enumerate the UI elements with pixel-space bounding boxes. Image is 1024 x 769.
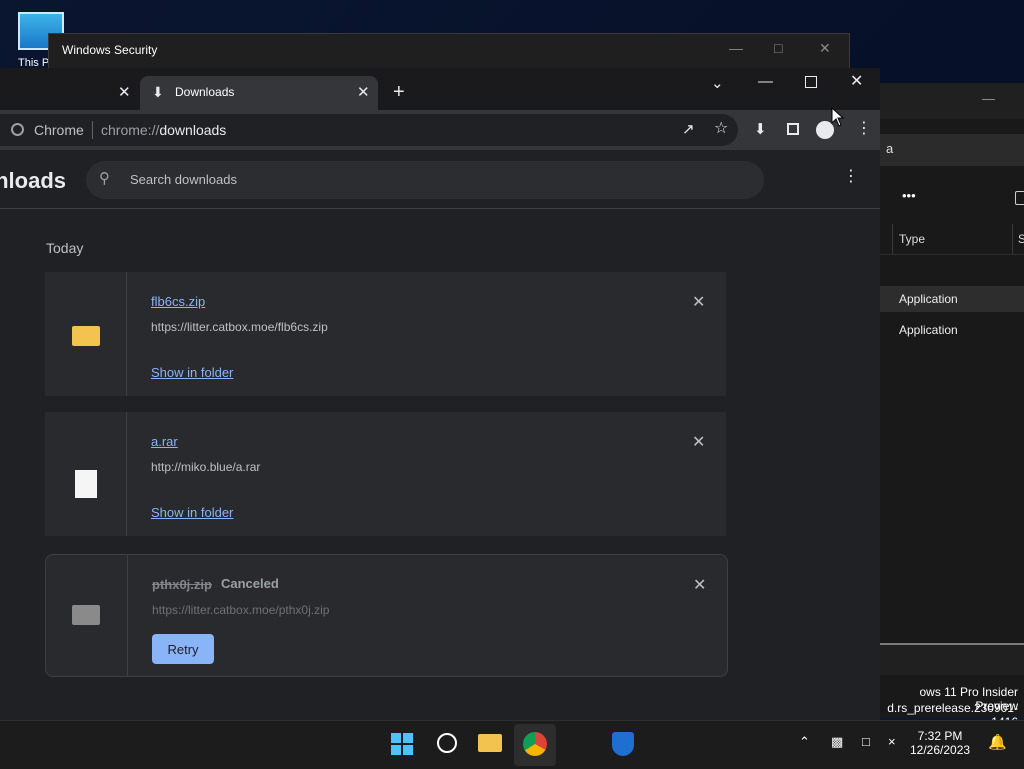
url-scheme: chrome:// bbox=[101, 122, 160, 138]
tab-inactive[interactable]: ✕ bbox=[0, 76, 138, 110]
file-type: Application bbox=[899, 292, 958, 306]
chrome-menu-icon[interactable]: ⋮ bbox=[856, 121, 872, 137]
explorer-address-bar[interactable]: a bbox=[880, 134, 1024, 166]
column-divider bbox=[1012, 224, 1013, 254]
display-icon[interactable]: □ bbox=[862, 735, 870, 748]
minimize-icon[interactable]: — bbox=[729, 40, 743, 56]
search-input[interactable]: Search downloads bbox=[130, 172, 237, 187]
maximize-icon[interactable]: □ bbox=[774, 40, 782, 56]
explorer-titlebar: — bbox=[880, 83, 1024, 119]
close-icon[interactable]: ✕ bbox=[819, 40, 831, 57]
remove-item-icon[interactable]: ✕ bbox=[693, 575, 706, 595]
clock-time: 7:32 PM bbox=[917, 729, 963, 743]
windows-security-icon[interactable] bbox=[612, 732, 634, 756]
show-in-folder-link[interactable]: Show in folder bbox=[151, 365, 233, 380]
explorer-statusbar bbox=[880, 643, 1024, 675]
card-divider bbox=[126, 412, 127, 536]
omnibox[interactable]: Chrome chrome://downloads ↗ ☆ bbox=[0, 114, 738, 146]
downloads-menu-icon[interactable]: ⋮ bbox=[843, 169, 859, 185]
minimize-icon[interactable]: — bbox=[982, 91, 995, 106]
card-divider bbox=[126, 272, 127, 396]
start-icon[interactable] bbox=[391, 733, 413, 755]
share-icon[interactable]: ↗ bbox=[682, 122, 695, 137]
network-icon[interactable]: ▩ bbox=[831, 735, 843, 748]
file-url: http://miko.blue/a.rar bbox=[151, 460, 261, 474]
column-divider bbox=[892, 224, 893, 254]
maximize-icon[interactable] bbox=[805, 76, 817, 88]
toolbar: Chrome chrome://downloads ↗ ☆ ⬇ ⋮ bbox=[0, 110, 880, 150]
show-in-folder-link[interactable]: Show in folder bbox=[151, 505, 233, 520]
notification-bell-icon[interactable]: 🔔 bbox=[988, 735, 1007, 750]
more-options-icon[interactable]: ••• bbox=[902, 188, 916, 203]
tab-close-icon[interactable]: ✕ bbox=[357, 85, 370, 100]
zip-folder-icon bbox=[72, 605, 100, 625]
downloads-header: wnloads ⚲ Search downloads ⋮ bbox=[0, 150, 880, 209]
file-explorer-icon[interactable] bbox=[478, 734, 502, 752]
url-host: downloads bbox=[159, 122, 227, 138]
new-tab-icon[interactable]: + bbox=[393, 82, 405, 102]
chrome-icon[interactable] bbox=[523, 732, 547, 756]
tab-title: Downloads bbox=[175, 85, 235, 99]
chrome-window: ✕ ⬇ Downloads ✕ + ⌄ — ✕ Chrome chrome://… bbox=[0, 68, 880, 720]
status-badge: Canceled bbox=[221, 576, 279, 591]
taskbar-clock[interactable]: 7:32 PM 12/26/2023 bbox=[910, 729, 970, 757]
search-downloads[interactable]: ⚲ Search downloads bbox=[86, 161, 764, 199]
page-title: wnloads bbox=[0, 168, 67, 193]
file-explorer-window: — a ••• Type S Application Application o… bbox=[880, 83, 1024, 729]
omnibox-url[interactable]: chrome://downloads bbox=[101, 122, 226, 138]
chevron-up-icon[interactable]: ⌃ bbox=[799, 735, 810, 748]
remove-item-icon[interactable]: ✕ bbox=[692, 432, 705, 452]
bookmark-star-icon[interactable]: ☆ bbox=[714, 121, 728, 137]
downloads-list: Today flb6cs.zip https://litter.catbox.m… bbox=[0, 209, 880, 720]
search-icon: ⚲ bbox=[99, 170, 110, 187]
view-icon[interactable] bbox=[1015, 191, 1024, 205]
file-type: Application bbox=[899, 323, 958, 337]
omnibox-separator bbox=[92, 121, 93, 139]
downloads-toolbar-icon[interactable]: ⬇ bbox=[754, 122, 767, 137]
side-panel-icon[interactable] bbox=[787, 123, 799, 135]
file-name-link[interactable]: flb6cs.zip bbox=[151, 294, 205, 309]
volume-muted-icon[interactable]: × bbox=[888, 735, 896, 748]
file-icon bbox=[75, 470, 97, 498]
download-icon: ⬇ bbox=[152, 84, 164, 100]
taskbar: ⌃ ▩ □ × 7:32 PM 12/26/2023 🔔 bbox=[0, 720, 1024, 769]
column-size[interactable]: S bbox=[1018, 232, 1024, 246]
zip-folder-icon bbox=[72, 326, 100, 346]
retry-button[interactable]: Retry bbox=[152, 634, 214, 664]
file-row[interactable]: Application bbox=[880, 317, 1024, 343]
tab-downloads[interactable]: ⬇ Downloads ✕ bbox=[140, 76, 378, 110]
download-item: flb6cs.zip https://litter.catbox.moe/flb… bbox=[45, 272, 726, 396]
site-label: Chrome bbox=[34, 122, 84, 138]
download-item-canceled: pthx0j.zip Canceled https://litter.catbo… bbox=[45, 554, 728, 677]
mouse-cursor-icon bbox=[831, 107, 845, 127]
close-icon[interactable]: ✕ bbox=[850, 74, 863, 90]
remove-item-icon[interactable]: ✕ bbox=[692, 292, 705, 312]
clock-date: 12/26/2023 bbox=[910, 743, 971, 757]
address-text: a bbox=[886, 141, 894, 156]
file-row[interactable]: Application bbox=[880, 286, 1024, 312]
window-title: Windows Security bbox=[62, 43, 158, 57]
section-date: Today bbox=[46, 240, 84, 256]
tab-search-icon[interactable]: ⌄ bbox=[711, 76, 724, 91]
explorer-column-headers: Type S bbox=[880, 224, 1024, 255]
minimize-icon[interactable]: — bbox=[758, 74, 773, 89]
search-icon[interactable] bbox=[437, 733, 457, 753]
column-type[interactable]: Type bbox=[899, 232, 925, 246]
tab-close-icon[interactable]: ✕ bbox=[118, 85, 131, 100]
chrome-logo-icon bbox=[11, 123, 24, 136]
file-url: https://litter.catbox.moe/flb6cs.zip bbox=[151, 320, 328, 334]
file-name-link[interactable]: a.rar bbox=[151, 434, 178, 449]
file-url: https://litter.catbox.moe/pthx0j.zip bbox=[152, 603, 330, 617]
tab-strip: ✕ ⬇ Downloads ✕ + ⌄ — ✕ bbox=[0, 68, 880, 110]
file-name: pthx0j.zip bbox=[152, 577, 212, 592]
card-divider bbox=[127, 555, 128, 676]
download-item: a.rar http://miko.blue/a.rar Show in fol… bbox=[45, 412, 726, 536]
